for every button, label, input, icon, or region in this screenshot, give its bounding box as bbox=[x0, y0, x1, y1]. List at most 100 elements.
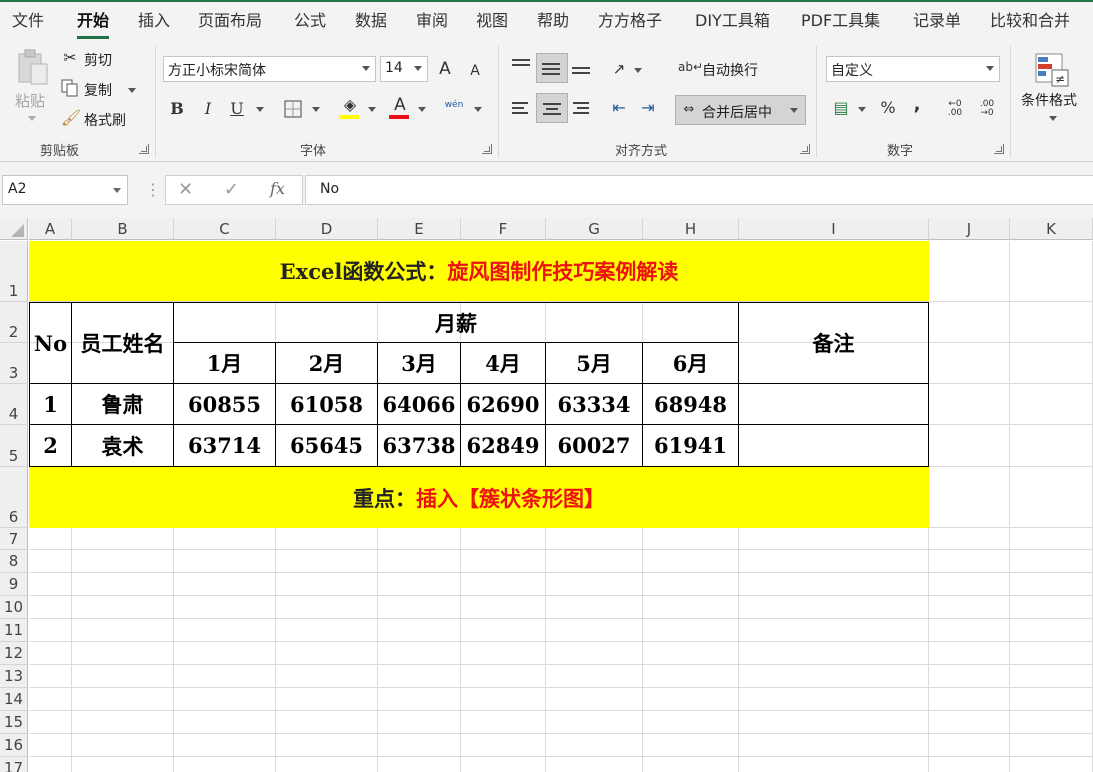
cut-button[interactable]: ✂ 剪切 bbox=[60, 48, 130, 70]
align-left-icon[interactable] bbox=[512, 100, 532, 116]
column-header-f[interactable]: F bbox=[461, 218, 546, 240]
note-cell[interactable] bbox=[739, 384, 929, 425]
column-header-h[interactable]: H bbox=[643, 218, 739, 240]
salary-cell[interactable]: 64066 bbox=[378, 384, 461, 425]
column-header-j[interactable]: J bbox=[929, 218, 1010, 240]
note-cell[interactable] bbox=[739, 425, 929, 467]
title-banner[interactable]: Excel函数公式： 旋风图制作技巧案例解读 bbox=[29, 241, 929, 301]
footer-banner[interactable]: 重点： 插入【簇状条形图】 bbox=[29, 467, 929, 528]
tab-fangfang[interactable]: 方方格子 bbox=[598, 8, 662, 36]
tab-file[interactable]: 文件 bbox=[12, 8, 44, 36]
tab-review[interactable]: 审阅 bbox=[416, 8, 448, 36]
salary-cell[interactable]: 60855 bbox=[174, 384, 276, 425]
underline-button[interactable]: U bbox=[229, 100, 245, 118]
header-name[interactable]: 员工姓名 bbox=[72, 302, 174, 384]
month-header[interactable]: 1月 bbox=[174, 343, 276, 384]
salary-cell[interactable]: 61941 bbox=[643, 425, 739, 467]
tab-diy-toolbox[interactable]: DIY工具箱 bbox=[695, 8, 770, 36]
row-header-11[interactable]: 11 bbox=[0, 619, 28, 642]
bold-button[interactable]: B bbox=[168, 100, 186, 118]
currency-dropdown-icon[interactable] bbox=[858, 107, 866, 112]
font-color-button[interactable]: A bbox=[388, 96, 412, 120]
underline-dropdown-icon[interactable] bbox=[256, 107, 264, 112]
month-header[interactable]: 4月 bbox=[461, 343, 546, 384]
row-header-6[interactable]: 6 bbox=[0, 467, 28, 528]
percent-button[interactable]: % bbox=[879, 99, 897, 117]
row-header-15[interactable]: 15 bbox=[0, 711, 28, 734]
column-header-b[interactable]: B bbox=[72, 218, 174, 240]
border-icon[interactable] bbox=[284, 100, 302, 118]
salary-cell[interactable]: 62849 bbox=[461, 425, 546, 467]
increase-font-icon[interactable]: A bbox=[436, 60, 454, 78]
align-bottom-icon[interactable] bbox=[572, 61, 592, 77]
italic-button[interactable]: I bbox=[200, 100, 216, 118]
row-header-7[interactable]: 7 bbox=[0, 528, 28, 550]
wrap-text-button[interactable]: ab↵ 自动换行 bbox=[678, 58, 788, 80]
tab-page-layout[interactable]: 页面布局 bbox=[198, 8, 262, 36]
conditional-format-button[interactable]: ≠ 条件格式 bbox=[1018, 50, 1088, 130]
select-all-corner[interactable] bbox=[0, 218, 28, 240]
insert-function-icon[interactable]: fx bbox=[270, 179, 285, 198]
tab-insert[interactable]: 插入 bbox=[138, 8, 170, 36]
employee-name-cell[interactable]: 鲁肃 bbox=[72, 384, 174, 425]
salary-cell[interactable]: 63738 bbox=[378, 425, 461, 467]
salary-cell[interactable]: 62690 bbox=[461, 384, 546, 425]
column-header-e[interactable]: E bbox=[378, 218, 461, 240]
increase-indent-icon[interactable]: ⇥ bbox=[638, 99, 658, 117]
row-header-9[interactable]: 9 bbox=[0, 573, 28, 596]
tab-formulas[interactable]: 公式 bbox=[294, 8, 326, 36]
decrease-decimal-icon[interactable]: .00 →0 bbox=[976, 100, 998, 118]
column-header-i[interactable]: I bbox=[739, 218, 929, 240]
row-number-cell[interactable]: 2 bbox=[29, 425, 72, 467]
worksheet-grid[interactable]: ABCDEFGHIJK 1 2 3 4 5 6 7 8 9 10 11 12 13 14 15 16 17 Ex… bbox=[0, 218, 1093, 772]
comma-button[interactable]: , bbox=[910, 96, 924, 114]
employee-name-cell[interactable]: 袁术 bbox=[72, 425, 174, 467]
currency-icon[interactable]: ▤ bbox=[829, 99, 853, 117]
salary-cell[interactable]: 68948 bbox=[643, 384, 739, 425]
paste-button[interactable]: 粘贴 bbox=[10, 46, 54, 126]
row-number-cell[interactable]: 1 bbox=[29, 384, 72, 425]
month-header[interactable]: 3月 bbox=[378, 343, 461, 384]
salary-cell[interactable]: 65645 bbox=[276, 425, 378, 467]
name-box[interactable]: A2 bbox=[2, 175, 128, 205]
font-name-combo[interactable]: 方正小标宋简体 bbox=[163, 56, 376, 82]
header-salary[interactable]: 月薪 bbox=[174, 302, 739, 343]
row-header-4[interactable]: 4 bbox=[0, 384, 28, 425]
border-dropdown-icon[interactable] bbox=[312, 107, 320, 112]
column-header-g[interactable]: G bbox=[546, 218, 643, 240]
salary-cell[interactable]: 61058 bbox=[276, 384, 378, 425]
font-launcher-icon[interactable] bbox=[482, 144, 492, 154]
number-launcher-icon[interactable] bbox=[994, 144, 1004, 154]
alignment-launcher-icon[interactable] bbox=[800, 144, 810, 154]
orientation-icon[interactable]: ↗ bbox=[608, 60, 630, 78]
orientation-dropdown-icon[interactable] bbox=[634, 68, 642, 73]
number-format-combo[interactable]: 自定义 bbox=[826, 56, 1000, 82]
salary-cell[interactable]: 63334 bbox=[546, 384, 643, 425]
decrease-indent-icon[interactable]: ⇤ bbox=[609, 99, 629, 117]
row-header-3[interactable]: 3 bbox=[0, 343, 28, 384]
header-no[interactable]: No bbox=[29, 302, 72, 384]
column-header-k[interactable]: K bbox=[1010, 218, 1093, 240]
formula-input[interactable]: No bbox=[305, 175, 1093, 205]
month-header[interactable]: 5月 bbox=[546, 343, 643, 384]
row-header-8[interactable]: 8 bbox=[0, 550, 28, 573]
row-header-14[interactable]: 14 bbox=[0, 688, 28, 711]
fill-color-button[interactable]: ◈ bbox=[338, 96, 362, 120]
row-header-5[interactable]: 5 bbox=[0, 425, 28, 467]
column-header-a[interactable]: A bbox=[29, 218, 72, 240]
row-header-16[interactable]: 16 bbox=[0, 734, 28, 757]
month-header[interactable]: 6月 bbox=[643, 343, 739, 384]
fill-dropdown-icon[interactable] bbox=[368, 107, 376, 112]
row-header-10[interactable]: 10 bbox=[0, 596, 28, 619]
tab-record-form[interactable]: 记录单 bbox=[913, 8, 961, 36]
decrease-font-icon[interactable]: A bbox=[466, 62, 484, 80]
tab-compare-merge[interactable]: 比较和合并 bbox=[990, 8, 1070, 36]
column-header-c[interactable]: C bbox=[174, 218, 276, 240]
salary-cell[interactable]: 63714 bbox=[174, 425, 276, 467]
row-header-1[interactable]: 1 bbox=[0, 241, 28, 302]
row-header-2[interactable]: 2 bbox=[0, 302, 28, 343]
tab-home[interactable]: 开始 bbox=[77, 8, 110, 39]
enter-icon[interactable]: ✓ bbox=[224, 179, 239, 200]
phonetic-icon[interactable]: wén bbox=[442, 96, 466, 114]
column-header-d[interactable]: D bbox=[276, 218, 378, 240]
